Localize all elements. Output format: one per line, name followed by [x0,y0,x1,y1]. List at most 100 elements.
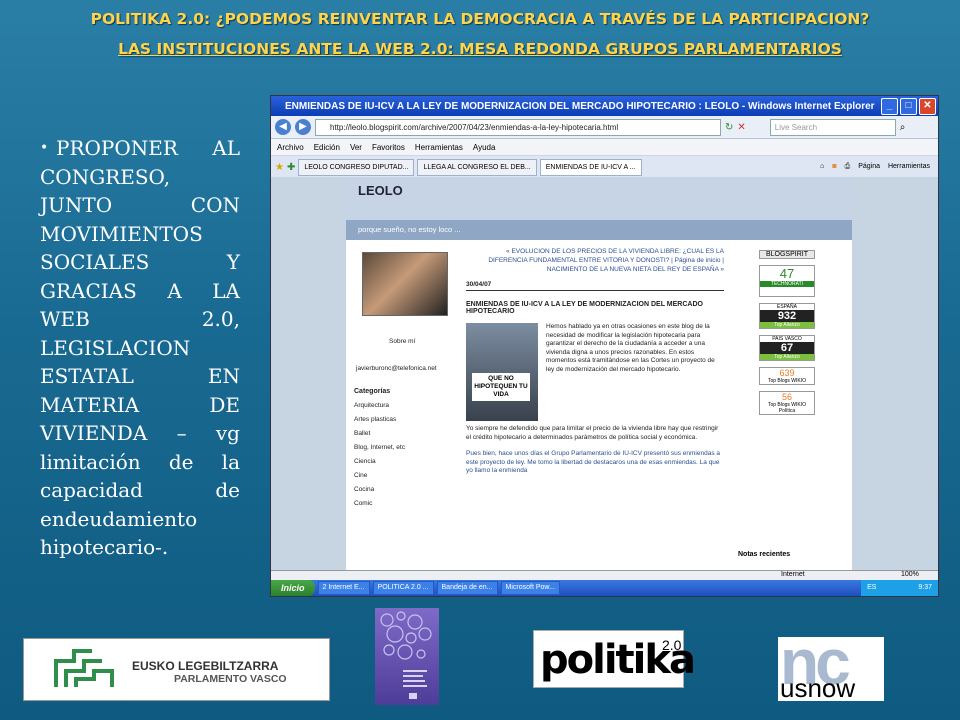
cursos-de-verano-poster [375,608,439,705]
blog-sidebar: Sobre mí javierburonc@telefonica.net Cat… [354,252,454,507]
author-email[interactable]: javierburonc@telefonica.net [356,365,454,372]
menu-item-favoritos[interactable]: Favoritos [372,143,405,152]
post-navigation[interactable]: « EVOLUCION DE LOS PRECIOS DE LA VIVIEND… [466,247,724,274]
menu-bar: Archivo Edición Ver Favoritos Herramient… [271,139,938,156]
category-item[interactable]: Ciencia [354,458,454,465]
badge-wikio-label: Top Blogs WIKIO [767,378,807,384]
category-item[interactable]: Cine [354,472,454,479]
category-item[interactable]: Artes plasticas [354,416,454,423]
badge-alianzo-count: 67 [760,342,814,354]
author-photo [362,252,448,316]
browser-screenshot: ENMIENDAS DE IU-ICV A LA LEY DE MODERNIZ… [270,95,939,597]
post-paragraph-2: Yo siempre he defendido que para limitar… [466,425,719,441]
address-bar: ◀ ▶ http://leolo.blogspirit.com/archive/… [271,116,938,139]
add-favorite-icon[interactable]: ✚ [287,162,295,173]
taskbar-item[interactable]: Bandeja de en... [436,581,498,595]
menu-item-herramientas[interactable]: Herramientas [415,143,463,152]
bullet-dot-icon: • [40,140,49,156]
system-tray: ES 9:37 [861,580,938,596]
window-title: ENMIENDAS DE IU-ICV A LA LEY DE MODERNIZ… [285,100,875,112]
badge-alianzo-count: 932 [760,310,814,322]
back-icon[interactable]: ◀ [275,119,291,135]
close-icon[interactable]: ✕ [919,98,936,115]
forward-icon[interactable]: ▶ [295,119,311,135]
categories-list: Arquitectura Artes plasticas Ballet Blog… [354,402,454,507]
tool-pagina[interactable]: Página [858,163,880,171]
badge-wikio-count: 639 [779,368,795,378]
clock: 9:37 [918,584,932,591]
badge-alianzo-espana[interactable]: ESPAÑA 932 Top Alianzo [759,303,815,329]
eusko-legebiltzarra-text: EUSKO LEGEBILTZARRA [132,659,279,673]
politika-logo-version: 2.0 [662,637,682,653]
bullet-text-block: • PROPONER AL CONGRESO, JUNTO CON MOVIMI… [40,134,240,562]
politika-2-0-logo: politika 2.0 [533,630,696,688]
category-item[interactable]: Ballet [354,430,454,437]
slide-title-line1: POLITIKA 2.0: ¿PODEMOS REINVENTAR LA DEM… [90,10,870,28]
tab-llega-congreso[interactable]: LLEGA AL CONGRESO EL DEB... [417,158,537,176]
search-icon[interactable]: ⌕ [900,122,906,133]
badge-blogspirit[interactable]: BLOGSPIRIT [759,250,815,259]
badge-wikio-count: 56 [781,392,792,402]
tab-bar: ★ ✚ LEOLO CONGRESO DIPUTAD... LLEGA AL C… [271,156,938,179]
eusko-legebiltzarra-mark-icon [54,649,114,687]
badges-column: BLOGSPIRIT 47 TECHNORATI ESPAÑA 932 Top … [759,250,819,421]
favorites-star-icon[interactable]: ★ [275,162,284,173]
eusko-legebiltzarra-logo: EUSKO LEGEBILTZARRA PARLAMENTO VASCO [23,638,330,701]
tab-leolo-congreso[interactable]: LEOLO CONGRESO DIPUTAD... [298,158,415,176]
ncusnow-logo: nc usnow [778,626,884,703]
badge-alianzo-label: Top Alianzo [760,322,814,328]
post-image-sign: QUE NO HIPOTEQUEN TU VIDA [472,373,530,401]
recent-notes-title: Notas recientes [738,551,791,558]
badge-alianzo-label: Top Alianzo [760,354,814,360]
category-item[interactable]: Comic [354,500,454,507]
url-input[interactable]: http://leolo.blogspirit.com/archive/2007… [315,118,721,136]
minimize-icon[interactable]: _ [881,98,898,115]
badge-technorati-label: TECHNORATI [760,281,814,287]
home-icon[interactable]: ⌂ [820,163,824,171]
slide-title-line2: LAS INSTITUCIONES ANTE LA WEB 2.0: MESA … [118,40,842,58]
menu-item-ver[interactable]: Ver [350,143,362,152]
badge-wikio-2[interactable]: 56 Top Blogs WIKIO Política [759,391,815,415]
badge-technorati-count: 47 [779,266,795,281]
search-input[interactable]: Live Search [769,118,896,136]
taskbar-item[interactable]: 2 Internet E... [317,581,370,595]
taskbar-item[interactable]: Microsoft Pow... [500,581,560,595]
post-date: 30/04/07 [466,281,724,291]
categories-title: Categorías [354,388,391,395]
tool-herramientas[interactable]: Herramientas [888,163,930,171]
print-icon[interactable]: ⎙ [845,163,851,171]
web-page: LEOLO porque sueño, no estoy loco ... So… [271,177,938,570]
post-image: QUE NO HIPOTEQUEN TU VIDA [466,323,538,421]
ncusnow-logo-text: usnow [780,673,856,703]
maximize-icon[interactable]: □ [900,98,917,115]
about-link[interactable]: Sobre mí [389,338,454,345]
bullet-text: PROPONER AL CONGRESO, JUNTO CON MOVIMIEN… [40,136,240,559]
category-item[interactable]: Arquitectura [354,402,454,409]
rss-icon[interactable]: ◙ [832,163,836,171]
blog-tagline: porque sueño, no estoy loco ... [346,220,852,240]
blog-name[interactable]: LEOLO [346,177,852,220]
stop-icon[interactable]: ✕ [737,122,745,133]
blog-container: LEOLO porque sueño, no estoy loco ... So… [346,177,852,570]
zoom-level[interactable]: 100% [901,571,919,578]
blog-post: « EVOLUCION DE LOS PRECIOS DE LA VIVIEND… [466,247,724,476]
window-title-bar: ENMIENDAS DE IU-ICV A LA LEY DE MODERNIZ… [271,96,938,116]
badge-alianzo-pais-vasco[interactable]: PAIS VASCO 67 Top Alianzo [759,335,815,361]
post-paragraph-3: Pues bien, hace unos días el Grupo Parla… [466,450,721,475]
menu-item-edicion[interactable]: Edición [314,143,340,152]
post-title: ENMIENDAS DE IU-ICV A LA LEY DE MODERNIZ… [466,301,703,315]
badge-wikio-category: Política [778,408,796,414]
badge-technorati[interactable]: 47 TECHNORATI [759,265,815,297]
taskbar-item[interactable]: POLITICA 2.0 ... [372,581,434,595]
refresh-icon[interactable]: ↻ [725,122,733,133]
badge-wikio-1[interactable]: 639 Top Blogs WIKIO [759,367,815,385]
category-item[interactable]: Cocina [354,486,454,493]
poster-swirl-icon [380,611,432,699]
language-indicator[interactable]: ES [867,584,876,591]
menu-item-archivo[interactable]: Archivo [277,143,304,152]
status-zone: Internet [781,571,805,578]
menu-item-ayuda[interactable]: Ayuda [473,143,496,152]
category-item[interactable]: Blog, Internet, etc [354,444,454,451]
start-button[interactable]: Inicio [271,580,315,596]
tab-enmiendas[interactable]: ENMIENDAS DE IU-ICV A ... [539,158,642,176]
